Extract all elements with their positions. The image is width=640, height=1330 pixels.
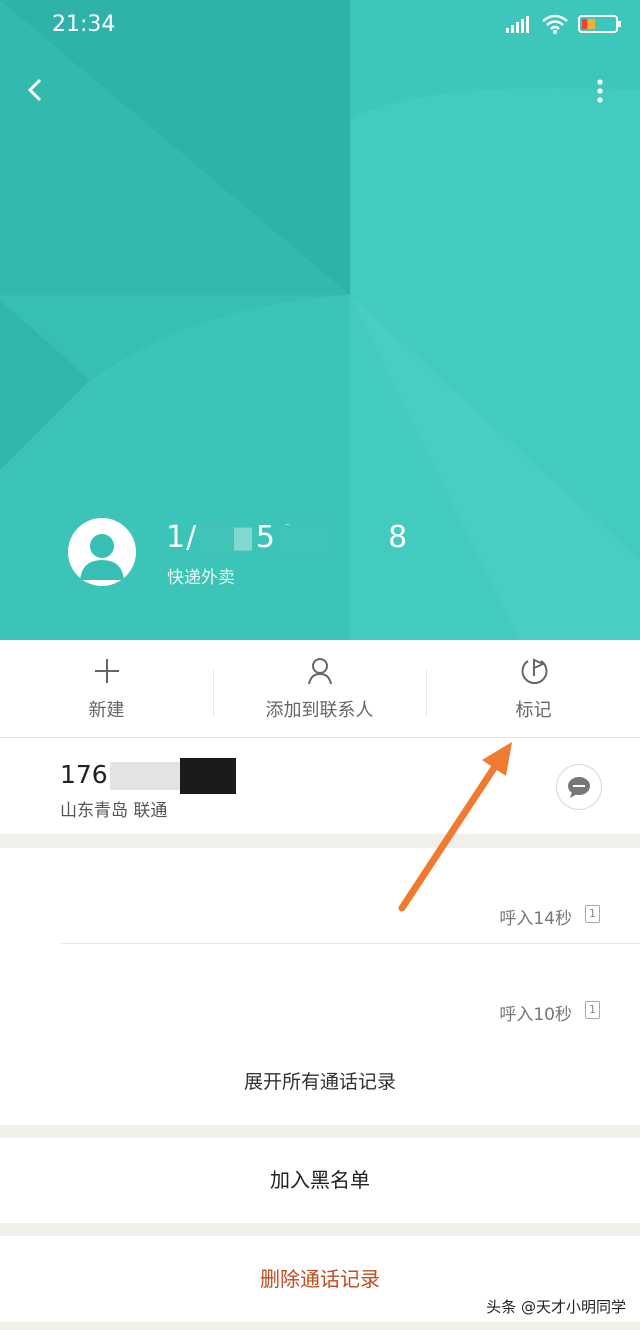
back-button[interactable] <box>22 72 52 108</box>
phone-number-start: 1/ <box>166 520 198 555</box>
call-info: 呼入14秒 <box>499 909 572 929</box>
redaction-block <box>180 758 236 794</box>
person-icon <box>307 658 332 685</box>
contact-header: 21:34 1/ 8 快递外卖 <box>0 0 640 640</box>
person-avatar-icon <box>80 534 124 580</box>
status-time: 21:34 <box>52 12 116 37</box>
number-row[interactable]: 176 山东青岛 联通 <box>0 738 640 834</box>
mark-label: 标记 <box>515 700 552 721</box>
phone-number-end: 8 <box>388 520 409 555</box>
redaction-block <box>110 762 180 790</box>
new-contact-label: 新建 <box>88 700 125 721</box>
expand-all-calls-label: 展开所有通话记录 <box>243 1071 396 1093</box>
new-contact-button[interactable]: 新建 <box>0 640 213 737</box>
signal-icon <box>506 16 529 33</box>
call-log: 呼入14秒 1 呼入10秒 1 <box>0 848 640 1040</box>
call-log-item[interactable]: 呼入10秒 1 <box>60 944 640 1039</box>
expand-all-calls-button[interactable]: 展开所有通话记录 <box>0 1040 640 1125</box>
contact-tag: 快递外卖 <box>167 568 235 588</box>
call-log-item[interactable]: 呼入14秒 1 <box>60 848 640 944</box>
phone-number-short: 176 <box>60 760 108 789</box>
mark-button[interactable]: 标记 <box>427 640 640 737</box>
add-to-contacts-label: 添加到联系人 <box>265 700 374 721</box>
action-bar: 新建 添加到联系人 标记 <box>0 640 640 738</box>
add-to-blacklist-label: 加入黑名单 <box>270 1168 370 1192</box>
redaction-block <box>196 522 234 556</box>
more-options-button[interactable] <box>590 76 610 106</box>
plus-icon <box>94 659 119 683</box>
number-location: 山东青岛 联通 <box>60 801 168 821</box>
status-icons <box>506 14 622 34</box>
contact-avatar <box>68 518 136 586</box>
flag-mark-icon <box>521 658 547 685</box>
send-message-button[interactable] <box>556 764 602 810</box>
message-icon <box>568 777 590 798</box>
status-bar: 21:34 <box>0 0 640 50</box>
wifi-icon <box>542 14 568 34</box>
call-info: 呼入10秒 <box>499 1005 572 1025</box>
add-to-contacts-button[interactable]: 添加到联系人 <box>213 640 426 737</box>
sim-badge: 1 <box>585 1001 600 1019</box>
battery-icon <box>578 15 621 33</box>
watermark: 头条 @天才小明同学 <box>486 1298 626 1316</box>
add-to-blacklist-button[interactable]: 加入黑名单 <box>0 1138 640 1223</box>
redaction-block <box>274 525 334 555</box>
sim-badge: 1 <box>585 905 600 923</box>
